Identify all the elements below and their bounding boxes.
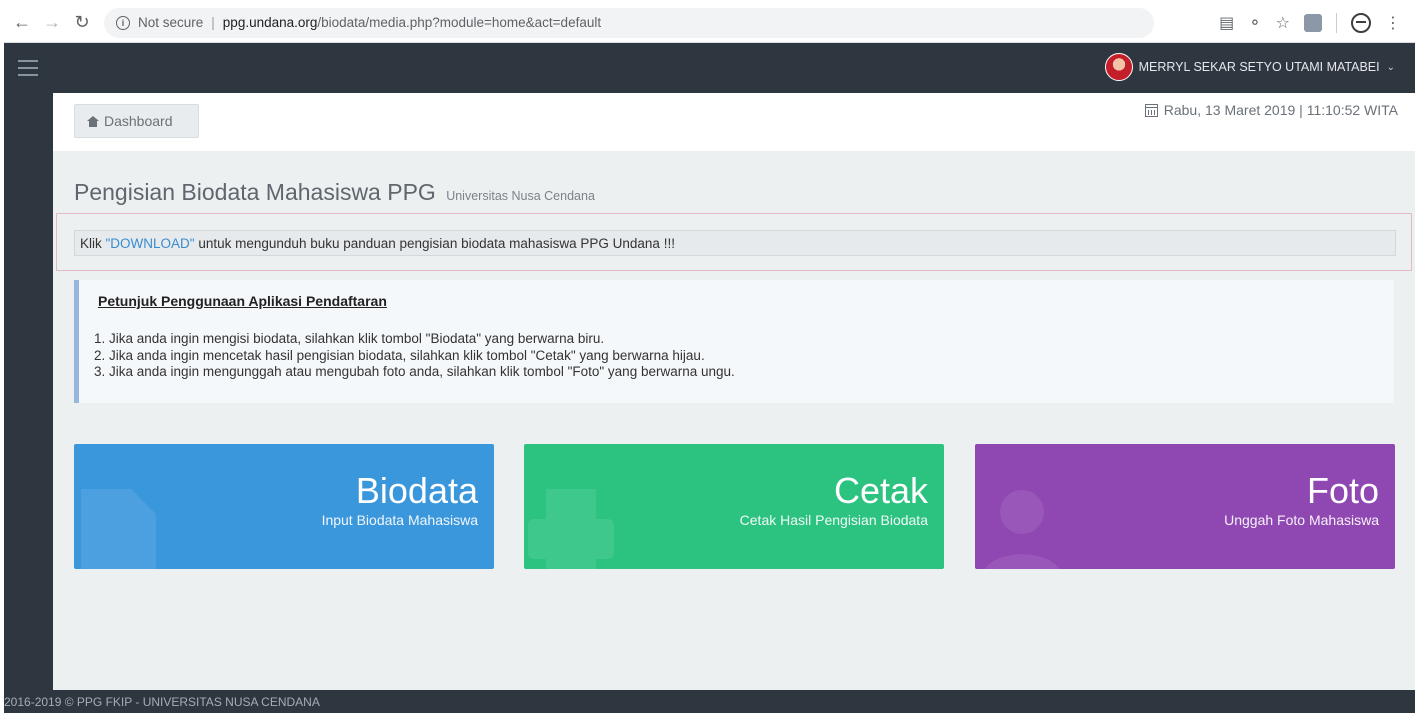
extension-icon[interactable] xyxy=(1304,13,1322,32)
back-icon[interactable]: ← xyxy=(10,11,34,35)
address-separator: | xyxy=(211,15,215,30)
translate-icon[interactable]: ▤ xyxy=(1219,13,1234,33)
biodata-tile-button[interactable]: Biodata Input Biodata Mahasiswa xyxy=(74,444,494,569)
star-icon[interactable]: ☆ xyxy=(1276,13,1290,33)
user-icon xyxy=(985,490,1059,569)
download-link[interactable]: "DOWNLOAD" xyxy=(106,236,195,251)
cetak-tile-button[interactable]: Cetak Cetak Hasil Pengisian Biodata xyxy=(524,444,944,569)
page-subtitle: Universitas Nusa Cendana xyxy=(446,189,595,203)
tile-subtitle: Input Biodata Mahasiswa xyxy=(321,512,478,528)
tile-title: Foto xyxy=(1306,470,1379,511)
tile-subtitle: Cetak Hasil Pengisian Biodata xyxy=(739,512,928,528)
calendar-icon xyxy=(1144,103,1158,117)
top-navbar: MERRYL SEKAR SETYO UTAMI MATABEI ⌄ xyxy=(4,43,1415,93)
instructions-list: 1. Jika anda ingin mengisi biodata, sila… xyxy=(94,331,735,381)
reload-icon[interactable]: ↻ xyxy=(70,11,94,35)
main-panel: Pengisian Biodata Mahasiswa PPG Universi… xyxy=(53,151,1415,690)
page-title: Pengisian Biodata Mahasiswa PPG Universi… xyxy=(74,179,595,206)
document-icon xyxy=(81,489,156,569)
download-alert: Klik "DOWNLOAD" untuk mengunduh buku pan… xyxy=(74,230,1396,256)
page-title-text: Pengisian Biodata Mahasiswa PPG xyxy=(74,179,436,205)
menu-dots-icon[interactable]: ⋮ xyxy=(1385,13,1401,33)
datetime-text: Rabu, 13 Maret 2019 | 11:10:52 WITA xyxy=(1163,102,1398,118)
address-bar[interactable]: i Not secure | ppg.undana.org/biodata/me… xyxy=(104,7,1154,38)
url-path: /biodata/media.php?module=home&act=defau… xyxy=(317,15,602,30)
instructions-title: Petunjuk Penggunaan Aplikasi Pendaftaran xyxy=(98,293,387,309)
tile-title: Biodata xyxy=(355,470,478,511)
key-icon[interactable]: ⚬ xyxy=(1248,13,1261,33)
foto-tile-button[interactable]: Foto Unggah Foto Mahasiswa xyxy=(975,444,1395,569)
datetime-display: Rabu, 13 Maret 2019 | 11:10:52 WITA xyxy=(1144,102,1398,118)
list-item: 3. Jika anda ingin mengunggah atau mengu… xyxy=(94,364,735,379)
forward-icon[interactable]: → xyxy=(40,11,64,35)
hamburger-menu-icon[interactable] xyxy=(18,60,38,81)
breadcrumb-bar: Dashboard Rabu, 13 Maret 2019 | 11:10:52… xyxy=(53,93,1415,151)
download-alert-box: Klik "DOWNLOAD" untuk mengunduh buku pan… xyxy=(56,213,1412,271)
list-item: 2. Jika anda ingin mencetak hasil pengis… xyxy=(94,347,705,363)
url-host: ppg.undana.org xyxy=(222,15,318,30)
user-name: MERRYL SEKAR SETYO UTAMI MATABEI xyxy=(1138,60,1380,74)
sidebar xyxy=(4,93,53,690)
chevron-down-icon: ⌄ xyxy=(1386,61,1395,73)
breadcrumb-label: Dashboard xyxy=(104,113,173,129)
list-item: 1. Jika anda ingin mengisi biodata, sila… xyxy=(94,331,605,346)
footer-text: 2016-2019 © PPG FKIP - UNIVERSITAS NUSA … xyxy=(4,695,320,709)
browser-toolbar: ← → ↻ i Not secure | ppg.undana.org/biod… xyxy=(4,3,1415,43)
alert-suffix: untuk mengunduh buku panduan pengisian b… xyxy=(194,236,675,251)
info-icon[interactable]: i xyxy=(116,15,130,30)
security-label: Not secure xyxy=(138,15,204,30)
tile-subtitle: Unggah Foto Mahasiswa xyxy=(1224,512,1379,528)
user-menu[interactable]: MERRYL SEKAR SETYO UTAMI MATABEI ⌄ xyxy=(1104,53,1395,81)
content-area: Dashboard Rabu, 13 Maret 2019 | 11:10:52… xyxy=(53,93,1415,690)
alert-prefix: Klik xyxy=(80,236,106,251)
browser-actions: ▤ ⚬ ☆ ⋮ xyxy=(1219,12,1415,33)
home-icon xyxy=(87,115,99,127)
toolbar-divider xyxy=(1336,12,1337,33)
footer: 2016-2019 © PPG FKIP - UNIVERSITAS NUSA … xyxy=(4,690,1415,713)
print-icon xyxy=(528,489,614,569)
avatar xyxy=(1104,53,1133,81)
instructions-callout: Petunjuk Penggunaan Aplikasi Pendaftaran… xyxy=(74,280,1394,403)
tile-title: Cetak xyxy=(833,470,928,511)
app-frame: MERRYL SEKAR SETYO UTAMI MATABEI ⌄ Dashb… xyxy=(4,43,1415,713)
profile-icon[interactable] xyxy=(1351,12,1371,33)
breadcrumb-dashboard[interactable]: Dashboard xyxy=(74,104,199,138)
